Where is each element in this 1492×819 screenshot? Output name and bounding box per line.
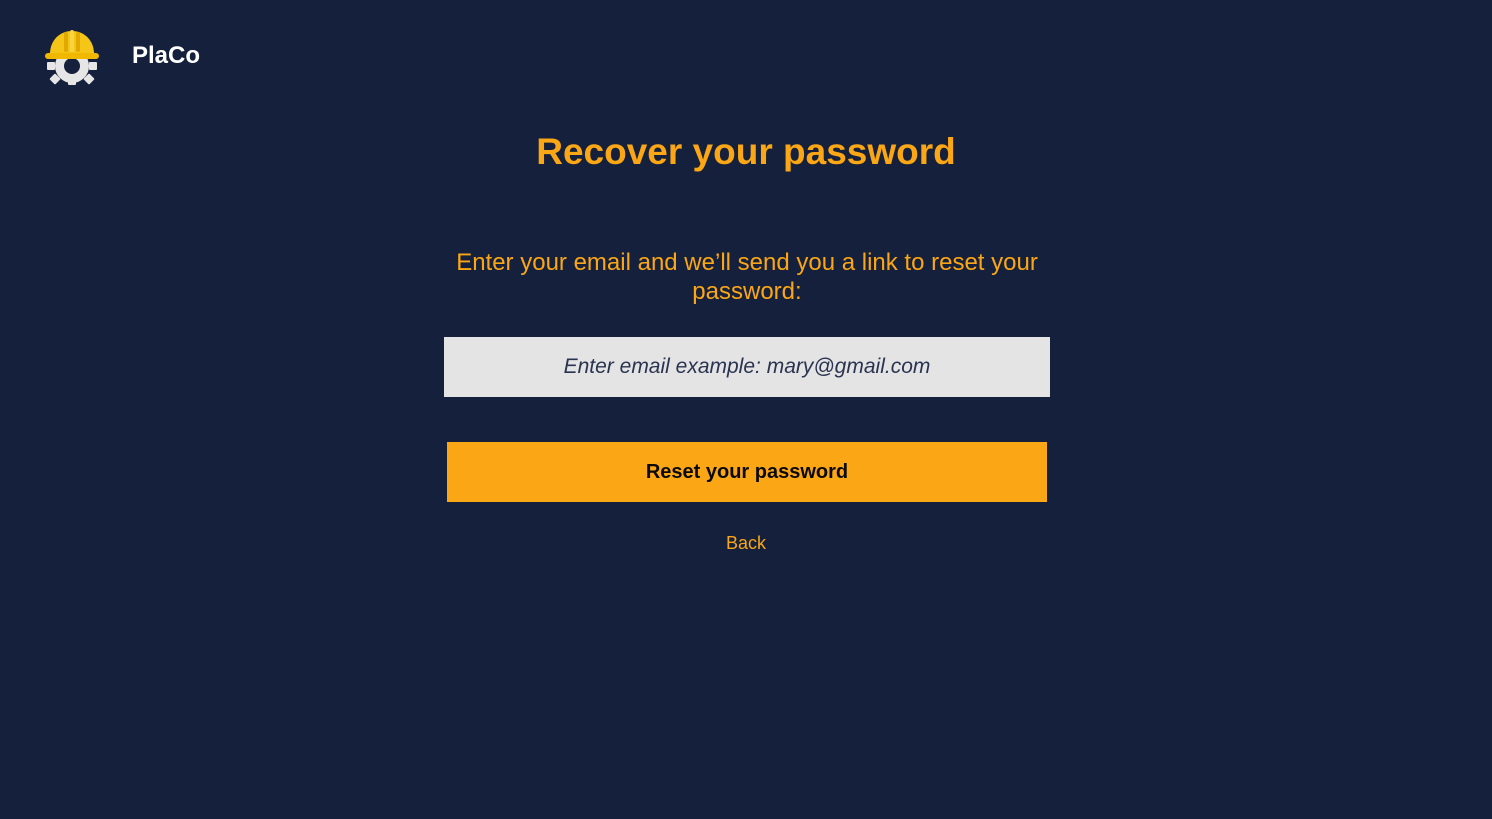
instructions-text: Enter your email and we’ll send you a li… [456, 249, 1038, 305]
reset-password-button[interactable]: Reset your password [447, 442, 1047, 502]
email-input[interactable] [444, 337, 1050, 397]
recover-password-form: Recover your password Enter your email a… [0, 0, 1492, 819]
page-title: Recover your password [536, 131, 956, 172]
back-link[interactable]: Back [726, 533, 766, 553]
back-link-row: Back [0, 530, 1492, 556]
